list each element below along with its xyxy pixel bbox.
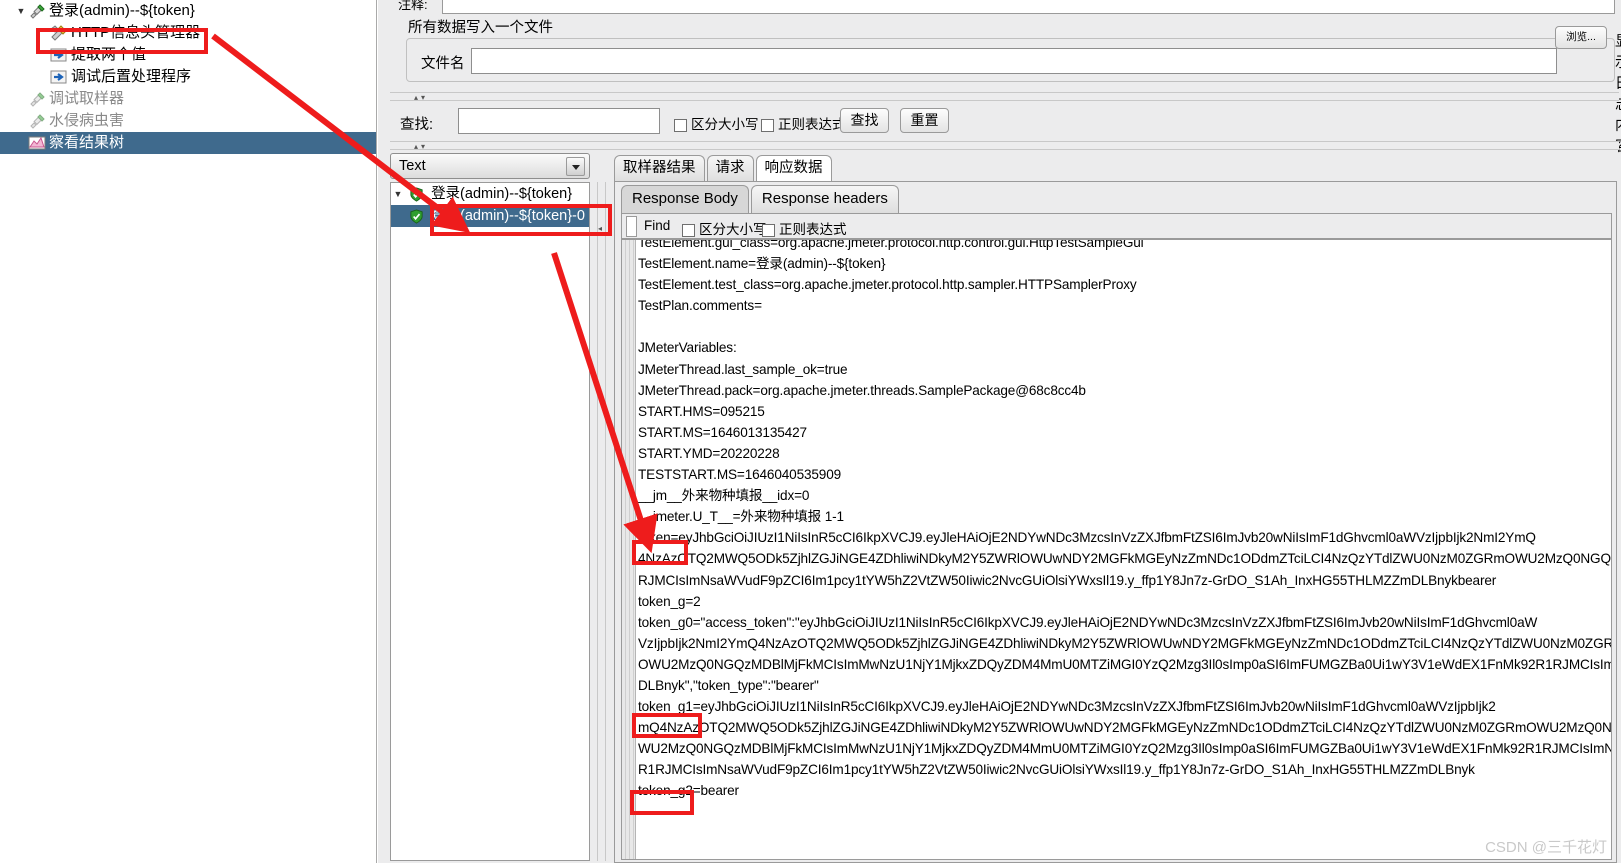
splitter-lower[interactable]: ▴▾: [390, 141, 1619, 151]
response-find-regex-label: 正则表达式: [779, 222, 847, 237]
results-tree-child-label: 登录(admin)--${token}-0: [431, 208, 585, 224]
tree-item-label: 调试取样器: [49, 90, 125, 108]
renderer-select[interactable]: Text: [390, 153, 590, 179]
checkbox-box[interactable]: [682, 223, 695, 237]
tree-item-label: 登录(admin)--${token}: [49, 2, 195, 20]
csdn-watermark: CSDN @三千花灯: [1485, 839, 1607, 856]
response-find-bar: Find 区分大小写 正则表达式: [621, 213, 1612, 239]
pipette-icon: [28, 3, 46, 19]
search-input[interactable]: [458, 108, 660, 134]
success-shield-icon: [409, 209, 424, 224]
filename-group: 文件名: [406, 38, 1615, 82]
main-tab-1[interactable]: 请求: [706, 155, 754, 182]
write-results-to-file-group: 所有数据写入一个文件 文件名 浏览... 显示日志内容: 仅错误日志 仅成功日志…: [394, 16, 1621, 155]
checkbox-box[interactable]: [762, 223, 775, 237]
tree-item-label: 提取两个值: [71, 46, 147, 64]
tree-item-label: HTTP信息头管理器: [71, 24, 201, 42]
tree-item-4[interactable]: 调试取样器: [0, 88, 376, 110]
response-find-input[interactable]: [626, 216, 637, 237]
tree-item-1[interactable]: HTTP信息头管理器: [0, 22, 376, 44]
response-sub-tab-1[interactable]: Response headers: [750, 185, 899, 213]
tree-item-label: 水侵病虫害: [49, 112, 125, 130]
results-tree[interactable]: ▼ 登录(admin)--${token} 登录(admin)--${token…: [390, 182, 590, 861]
tree-item-0[interactable]: ▼ 登录(admin)--${token}: [0, 0, 376, 22]
tree-item-label: 调试后置处理程序: [71, 68, 192, 86]
search-find-button[interactable]: 查找: [840, 108, 889, 133]
splitter-grip-icon[interactable]: ▴▾: [414, 93, 428, 102]
checkbox-box[interactable]: [674, 118, 687, 132]
wrench-icon: [50, 25, 68, 41]
main-tab-0[interactable]: 取样器结果: [614, 155, 705, 182]
splitter-grip-icon[interactable]: ◂: [598, 224, 602, 233]
vertical-splitter[interactable]: ◂: [597, 182, 606, 861]
search-reset-button[interactable]: 重置: [900, 108, 949, 133]
response-sub-tab-0[interactable]: Response Body: [621, 185, 749, 213]
response-sub-tabs[interactable]: Response Body Response headers: [621, 185, 901, 213]
comment-row: 注释:: [394, 0, 1615, 16]
search-case-sensitive-checkbox[interactable]: 区分大小写: [674, 113, 759, 133]
main-tab-2[interactable]: 响应数据: [755, 155, 832, 182]
expand-toggle-icon[interactable]: ▼: [14, 0, 28, 22]
response-body-viewer[interactable]: TestElement.gui_class=org.apache.jmeter.…: [621, 239, 1612, 860]
pipette-icon: [28, 91, 46, 107]
filename-label: 文件名: [421, 56, 465, 72]
listener-config-panel: 注释: 所有数据写入一个文件 文件名 浏览... 显示日志内容: 仅错误日志 仅…: [378, 0, 1621, 863]
response-data-panel: Response Body Response headers Find 区分大小写…: [614, 181, 1617, 863]
main-tabs[interactable]: 取样器结果 请求 响应数据: [614, 155, 834, 182]
arrow-right-icon: [50, 47, 68, 63]
comment-label: 注释:: [398, 0, 428, 12]
results-tree-root-label: 登录(admin)--${token}: [431, 186, 573, 202]
expand-toggle-icon[interactable]: ▼: [391, 183, 405, 205]
tree-item-5[interactable]: 水侵病虫害: [0, 110, 376, 132]
response-find-regex-checkbox[interactable]: 正则表达式: [762, 218, 847, 238]
response-body-text: TestElement.gui_class=org.apache.jmeter.…: [638, 239, 1611, 799]
sample-detail-pane: 取样器结果 请求 响应数据 Response Body Response header…: [608, 153, 1619, 863]
comment-input[interactable]: [442, 0, 1615, 14]
tree-item-6[interactable]: 察看结果树: [0, 132, 376, 154]
pipette-icon: [28, 113, 46, 129]
browse-button[interactable]: 浏览...: [1555, 26, 1607, 49]
search-regex-checkbox[interactable]: 正则表达式: [761, 113, 846, 133]
write-all-data-title: 所有数据写入一个文件: [408, 20, 553, 36]
viewer-gutter: [622, 240, 636, 859]
search-label: 查找:: [400, 117, 434, 133]
chart-icon: [28, 135, 46, 151]
response-find-case-label: 区分大小写: [699, 222, 767, 237]
renderer-selected-value: Text: [399, 158, 426, 174]
success-shield-icon: [409, 187, 424, 202]
results-area: Text ▼ 登录(admin)--${token} 登录(admin)--${…: [390, 153, 1619, 863]
arrow-right-icon: [50, 69, 68, 85]
filename-input[interactable]: [471, 48, 1557, 74]
tree-item-3[interactable]: 调试后置处理程序: [0, 66, 376, 88]
search-regex-label: 正则表达式: [778, 117, 846, 132]
test-plan-tree-panel[interactable]: ▼ 登录(admin)--${token} HTTP信息头管理器 提取两个值调试后置处…: [0, 0, 377, 863]
results-tree-column: Text ▼ 登录(admin)--${token} 登录(admin)--${…: [390, 153, 596, 863]
search-case-label: 区分大小写: [691, 117, 759, 132]
splitter-upper[interactable]: ▴▾: [390, 92, 1619, 102]
response-find-label: Find: [644, 218, 671, 233]
response-find-case-checkbox[interactable]: 区分大小写: [682, 218, 767, 238]
splitter-grip-icon[interactable]: ▴▾: [414, 142, 428, 151]
tree-item-label: 察看结果树: [49, 134, 125, 152]
search-bar: 查找: 区分大小写 正则表达式 查找 重置: [390, 105, 1619, 139]
chevron-down-icon[interactable]: [566, 157, 585, 176]
results-tree-root-row[interactable]: ▼ 登录(admin)--${token}: [391, 183, 589, 205]
tree-item-2[interactable]: 提取两个值: [0, 44, 376, 66]
results-tree-child-row[interactable]: 登录(admin)--${token}-0: [391, 205, 589, 227]
checkbox-box[interactable]: [761, 118, 774, 132]
